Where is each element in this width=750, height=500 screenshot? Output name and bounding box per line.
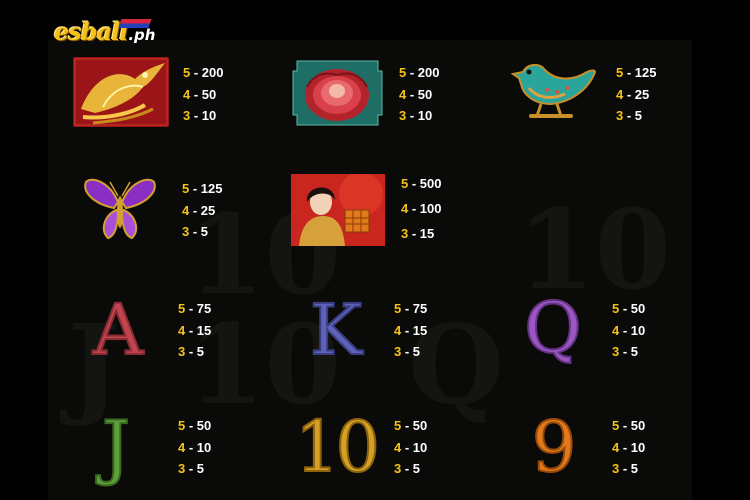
symbol-a-icon: A bbox=[92, 289, 145, 371]
pay-row: 4 - 10 bbox=[612, 439, 646, 455]
ten-paytable: 5 - 50 4 - 10 3 - 5 bbox=[394, 415, 427, 480]
pay-row: 4 - 25 bbox=[182, 202, 216, 218]
logo-domain: .ph bbox=[128, 26, 156, 44]
geisha-paytable: 5 - 500 4 - 100 3 - 15 bbox=[401, 171, 442, 246]
pay-row: 5 - 50 bbox=[612, 301, 646, 316]
pay-row: 4 - 15 bbox=[394, 322, 428, 338]
symbol-q-icon: Q bbox=[523, 287, 582, 369]
pay-row: 3 - 5 bbox=[394, 344, 421, 359]
phoenix-paytable: 5 - 200 4 - 50 3 - 10 bbox=[183, 62, 224, 127]
nine-paytable: 5 - 50 4 - 10 3 - 5 bbox=[612, 415, 645, 480]
pay-row: 3 - 10 bbox=[399, 108, 433, 123]
pay-row: 5 - 500 bbox=[401, 176, 442, 191]
bird-paytable: 5 - 125 4 - 25 3 - 5 bbox=[616, 62, 657, 127]
phoenix-icon bbox=[73, 57, 169, 127]
pay-row: 3 - 5 bbox=[178, 344, 205, 359]
pay-row: 5 - 50 bbox=[394, 418, 428, 433]
pay-row: 4 - 50 bbox=[183, 86, 217, 102]
a-paytable: 5 - 75 4 - 15 3 - 5 bbox=[178, 298, 211, 363]
pay-row: 4 - 50 bbox=[399, 86, 433, 102]
pay-row: 5 - 125 bbox=[182, 181, 223, 196]
symbol-10-icon: 10 bbox=[294, 406, 381, 488]
jeweled-bird-icon bbox=[510, 58, 597, 124]
symbol-j-icon: J bbox=[101, 406, 131, 488]
pay-row: 4 - 10 bbox=[178, 439, 212, 455]
geisha-icon bbox=[291, 172, 385, 246]
pay-row: 3 - 5 bbox=[394, 461, 421, 476]
pay-row: 5 - 200 bbox=[183, 65, 224, 80]
flag-icon bbox=[118, 19, 152, 28]
pay-row: 5 - 50 bbox=[612, 418, 646, 433]
pay-row: 3 - 5 bbox=[616, 108, 643, 123]
brand-logo[interactable]: esball .ph bbox=[54, 12, 155, 46]
k-paytable: 5 - 75 4 - 15 3 - 5 bbox=[394, 298, 427, 363]
symbol-9-icon: 9 bbox=[531, 406, 578, 488]
pay-row: 3 - 5 bbox=[612, 344, 639, 359]
pay-row: 4 - 10 bbox=[394, 439, 428, 455]
q-paytable: 5 - 50 4 - 10 3 - 5 bbox=[612, 298, 645, 363]
butterfly-icon bbox=[80, 172, 160, 244]
pay-row: 4 - 25 bbox=[616, 86, 650, 102]
pay-row: 4 - 100 bbox=[401, 201, 442, 216]
logo-text: esball bbox=[54, 17, 128, 46]
pay-row: 3 - 10 bbox=[183, 108, 217, 123]
pay-row: 4 - 15 bbox=[178, 322, 212, 338]
pay-row: 5 - 50 bbox=[178, 418, 212, 433]
pay-row: 5 - 125 bbox=[616, 65, 657, 80]
peony-flower-icon bbox=[291, 57, 384, 129]
symbol-k-icon: K bbox=[309, 289, 363, 371]
pay-row: 4 - 10 bbox=[612, 322, 646, 338]
butterfly-paytable: 5 - 125 4 - 25 3 - 5 bbox=[182, 178, 223, 243]
pay-row: 5 - 75 bbox=[394, 301, 428, 316]
pay-row: 3 - 15 bbox=[401, 226, 435, 241]
pay-row: 3 - 5 bbox=[178, 461, 205, 476]
peony-paytable: 5 - 200 4 - 50 3 - 10 bbox=[399, 62, 440, 127]
pay-row: 5 - 200 bbox=[399, 65, 440, 80]
pay-row: 5 - 75 bbox=[178, 301, 212, 316]
pay-row: 3 - 5 bbox=[182, 224, 209, 239]
pay-row: 3 - 5 bbox=[612, 461, 639, 476]
j-paytable: 5 - 50 4 - 10 3 - 5 bbox=[178, 415, 211, 480]
